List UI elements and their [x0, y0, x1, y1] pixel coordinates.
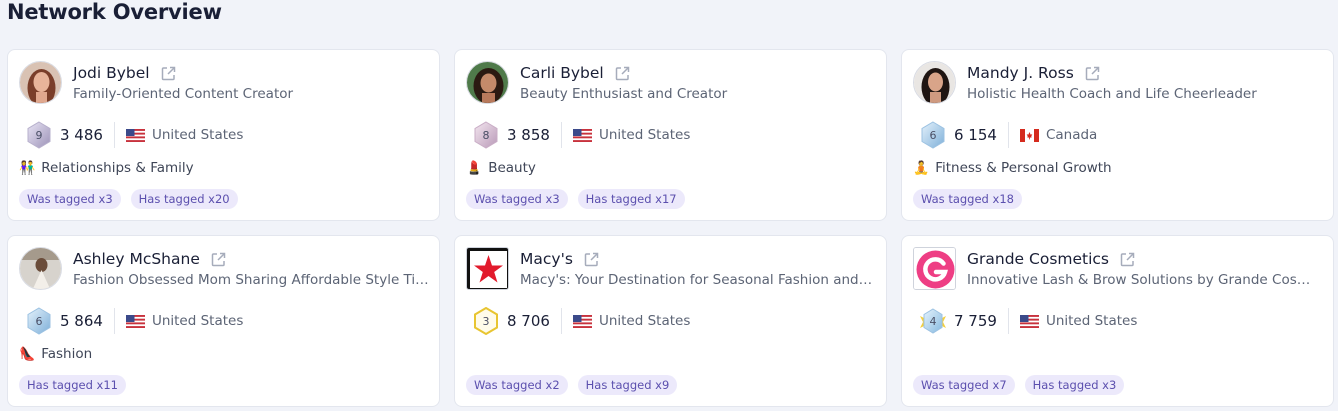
category: 👫 Relationships & Family — [19, 160, 194, 176]
avatar[interactable] — [466, 61, 509, 104]
category-label: Relationships & Family — [41, 160, 194, 176]
tag-has-tagged[interactable]: Has tagged x3 — [1024, 375, 1125, 395]
level-badge: 8 — [473, 121, 499, 149]
profile-card[interactable]: Ashley McShane Fashion Obsessed Mom Shar… — [7, 235, 440, 407]
category: 💄 Beauty — [466, 160, 536, 176]
country-label: Canada — [1045, 127, 1098, 143]
divider — [113, 122, 115, 148]
category: 🧘 Fitness & Personal Growth — [913, 160, 1112, 176]
tag-has-tagged[interactable]: Has tagged x11 — [19, 375, 126, 395]
avatar[interactable] — [19, 61, 62, 104]
avatar[interactable] — [466, 247, 509, 290]
tag-list: Was tagged x3 Has tagged x17 — [466, 189, 685, 209]
ca-flag-icon — [1019, 128, 1039, 142]
category-label: Fashion — [41, 346, 93, 362]
profile-subtitle: Fashion Obsessed Mom Sharing Affordable … — [73, 272, 429, 288]
external-link-icon[interactable] — [1084, 65, 1101, 82]
profile-name[interactable]: Macy's — [520, 250, 573, 268]
tag-was-tagged[interactable]: Was tagged x2 — [466, 375, 568, 395]
tag-was-tagged[interactable]: Was tagged x3 — [19, 189, 121, 209]
profile-name[interactable]: Ashley McShane — [73, 250, 200, 268]
follower-count: 8 706 — [507, 312, 550, 330]
lipstick-icon: 💄 — [466, 160, 483, 176]
page-title: Network Overview — [7, 0, 222, 24]
follower-count: 3 486 — [60, 126, 103, 144]
profile-name[interactable]: Carli Bybel — [520, 64, 604, 82]
tag-list: Was tagged x2 Has tagged x9 — [466, 375, 678, 395]
level-badge: 6 — [920, 121, 946, 149]
country-label: United States — [151, 127, 244, 143]
divider — [560, 122, 562, 148]
us-flag-icon — [125, 314, 145, 328]
avatar[interactable] — [913, 247, 956, 290]
tag-has-tagged[interactable]: Has tagged x20 — [130, 189, 238, 209]
meditation-icon: 🧘 — [913, 160, 930, 176]
level-badge: 4 — [920, 307, 946, 335]
divider — [1007, 308, 1009, 334]
category-label: Fitness & Personal Growth — [935, 160, 1112, 176]
external-link-icon[interactable] — [1119, 251, 1136, 268]
profile-subtitle: Family-Oriented Content Creator — [73, 86, 294, 102]
profile-name[interactable]: Mandy J. Ross — [967, 64, 1074, 82]
category-icon: 👫 — [19, 160, 36, 176]
tag-has-tagged[interactable]: Has tagged x9 — [577, 375, 678, 395]
profile-card[interactable]: Carli Bybel Beauty Enthusiast and Creato… — [454, 49, 887, 221]
profile-subtitle: Holistic Health Coach and Life Cheerlead… — [967, 86, 1257, 102]
divider — [113, 308, 115, 334]
category-label: Beauty — [488, 160, 536, 176]
tag-has-tagged[interactable]: Has tagged x17 — [577, 189, 685, 209]
follower-count: 3 858 — [507, 126, 550, 144]
profile-subtitle: Beauty Enthusiast and Creator — [520, 86, 728, 102]
external-link-icon[interactable] — [210, 251, 227, 268]
category: 👠 Fashion — [19, 346, 92, 362]
profile-subtitle: Innovative Lash & Brow Solutions by Gran… — [967, 272, 1323, 288]
avatar[interactable] — [913, 61, 956, 104]
us-flag-icon — [572, 314, 592, 328]
us-flag-icon — [1019, 314, 1039, 328]
follower-count: 6 154 — [954, 126, 997, 144]
us-flag-icon — [125, 128, 145, 142]
profile-name[interactable]: Jodi Bybel — [73, 64, 150, 82]
level-badge: 6 — [26, 307, 52, 335]
profile-card[interactable]: Macy's Macy's: Your Destination for Seas… — [454, 235, 887, 407]
network-grid: Jodi Bybel Family-Oriented Content Creat… — [7, 49, 1334, 407]
tag-was-tagged[interactable]: Was tagged x3 — [466, 189, 568, 209]
country-label: United States — [1045, 313, 1138, 329]
tag-was-tagged[interactable]: Was tagged x7 — [913, 375, 1015, 395]
profile-card[interactable]: Mandy J. Ross Holistic Health Coach and … — [901, 49, 1334, 221]
tag-list: Has tagged x11 — [19, 375, 126, 395]
follower-count: 5 864 — [60, 312, 103, 330]
us-flag-icon — [572, 128, 592, 142]
external-link-icon[interactable] — [583, 251, 600, 268]
profile-card[interactable]: Jodi Bybel Family-Oriented Content Creat… — [7, 49, 440, 221]
avatar[interactable] — [19, 247, 62, 290]
external-link-icon[interactable] — [614, 65, 631, 82]
tag-list: Was tagged x3 Has tagged x20 — [19, 189, 238, 209]
country-label: United States — [598, 127, 691, 143]
level-badge: 9 — [26, 121, 52, 149]
divider — [1007, 122, 1009, 148]
tag-was-tagged[interactable]: Was tagged x18 — [913, 189, 1022, 209]
profile-card[interactable]: Grande Cosmetics Innovative Lash & Brow … — [901, 235, 1334, 407]
country-label: United States — [151, 313, 244, 329]
profile-name[interactable]: Grande Cosmetics — [967, 250, 1109, 268]
tag-list: Was tagged x18 — [913, 189, 1022, 209]
level-badge: 3 — [473, 307, 499, 335]
tag-list: Was tagged x7 Has tagged x3 — [913, 375, 1125, 395]
follower-count: 7 759 — [954, 312, 997, 330]
high-heel-icon: 👠 — [19, 346, 36, 362]
external-link-icon[interactable] — [160, 65, 177, 82]
divider — [560, 308, 562, 334]
country-label: United States — [598, 313, 691, 329]
profile-subtitle: Macy's: Your Destination for Seasonal Fa… — [520, 272, 876, 288]
